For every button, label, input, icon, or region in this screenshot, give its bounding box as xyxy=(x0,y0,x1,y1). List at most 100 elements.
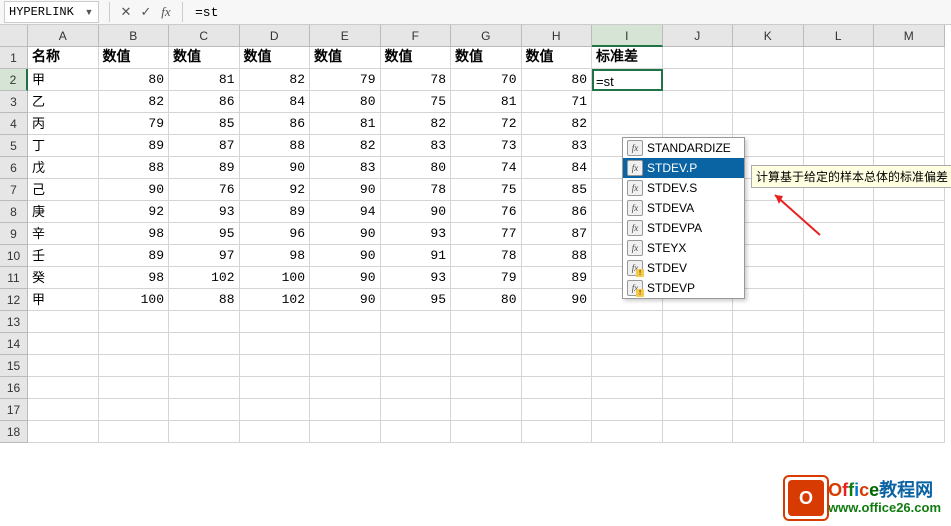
cell[interactable]: 86 xyxy=(240,113,311,135)
cell[interactable]: 数值 xyxy=(310,47,381,69)
cell[interactable]: 84 xyxy=(522,157,593,179)
cell[interactable] xyxy=(240,355,311,377)
cell[interactable] xyxy=(240,421,311,443)
cell[interactable] xyxy=(804,311,875,333)
cell[interactable]: 98 xyxy=(99,267,170,289)
cell[interactable]: 77 xyxy=(451,223,522,245)
cell[interactable]: 88 xyxy=(240,135,311,157)
cell[interactable]: 80 xyxy=(310,91,381,113)
cell[interactable]: 丙 xyxy=(28,113,99,135)
cell[interactable]: 89 xyxy=(240,201,311,223)
column-header[interactable]: H xyxy=(522,25,593,47)
cell[interactable]: 90 xyxy=(99,179,170,201)
row-header[interactable]: 6 xyxy=(0,157,28,179)
cell[interactable]: 数值 xyxy=(451,47,522,69)
cell[interactable] xyxy=(663,399,734,421)
cell[interactable]: 90 xyxy=(310,245,381,267)
cell[interactable] xyxy=(804,377,875,399)
cell[interactable] xyxy=(28,399,99,421)
cancel-formula-icon[interactable]: ✕ xyxy=(116,4,136,20)
cell[interactable]: 87 xyxy=(169,135,240,157)
cell[interactable]: 82 xyxy=(310,135,381,157)
cell[interactable]: 数值 xyxy=(522,47,593,69)
cell[interactable] xyxy=(592,399,663,421)
cell[interactable]: 辛 xyxy=(28,223,99,245)
cell[interactable] xyxy=(240,399,311,421)
cell[interactable] xyxy=(522,333,593,355)
cell[interactable]: 91 xyxy=(381,245,452,267)
cell[interactable]: 94 xyxy=(310,201,381,223)
cell[interactable]: 92 xyxy=(240,179,311,201)
row-header[interactable]: 7 xyxy=(0,179,28,201)
cell[interactable] xyxy=(804,333,875,355)
column-header[interactable]: D xyxy=(240,25,311,47)
cell[interactable] xyxy=(169,333,240,355)
fx-icon[interactable]: fx xyxy=(156,4,176,20)
cell[interactable] xyxy=(804,69,875,91)
cell[interactable] xyxy=(310,377,381,399)
cell[interactable] xyxy=(381,421,452,443)
chevron-down-icon[interactable]: ▼ xyxy=(84,7,94,17)
cell[interactable]: 80 xyxy=(522,69,593,91)
cell[interactable] xyxy=(522,355,593,377)
cell[interactable] xyxy=(804,289,875,311)
row-header[interactable]: 11 xyxy=(0,267,28,289)
cell[interactable] xyxy=(663,113,734,135)
cell[interactable] xyxy=(874,135,945,157)
column-header[interactable]: K xyxy=(733,25,804,47)
cell[interactable]: 70 xyxy=(451,69,522,91)
column-header[interactable]: E xyxy=(310,25,381,47)
cell[interactable] xyxy=(169,399,240,421)
cell[interactable]: 壬 xyxy=(28,245,99,267)
cell[interactable]: 89 xyxy=(99,135,170,157)
cell[interactable]: 丁 xyxy=(28,135,99,157)
cell[interactable] xyxy=(592,355,663,377)
cell[interactable] xyxy=(733,113,804,135)
cell[interactable] xyxy=(663,333,734,355)
row-header[interactable]: 15 xyxy=(0,355,28,377)
cell[interactable]: 76 xyxy=(169,179,240,201)
cell[interactable]: 癸 xyxy=(28,267,99,289)
cell[interactable] xyxy=(381,399,452,421)
cell[interactable] xyxy=(28,333,99,355)
cell[interactable]: 78 xyxy=(381,179,452,201)
cell[interactable] xyxy=(874,355,945,377)
cell[interactable] xyxy=(804,135,875,157)
confirm-formula-icon[interactable]: ✓ xyxy=(136,4,156,20)
column-header[interactable]: I xyxy=(592,25,663,47)
cell[interactable]: 75 xyxy=(381,91,452,113)
row-header[interactable]: 16 xyxy=(0,377,28,399)
cell[interactable] xyxy=(592,377,663,399)
cell[interactable]: 数值 xyxy=(169,47,240,69)
row-header[interactable]: 3 xyxy=(0,91,28,113)
row-header[interactable]: 2 xyxy=(0,69,28,91)
row-header[interactable]: 17 xyxy=(0,399,28,421)
cell[interactable]: 80 xyxy=(381,157,452,179)
cell[interactable] xyxy=(240,377,311,399)
cell[interactable] xyxy=(99,311,170,333)
cell[interactable] xyxy=(733,47,804,69)
cell[interactable]: 庚 xyxy=(28,201,99,223)
cell[interactable] xyxy=(592,421,663,443)
cell[interactable]: 78 xyxy=(381,69,452,91)
autocomplete-item[interactable]: fxSTDEV.P xyxy=(623,158,744,178)
cell[interactable]: 79 xyxy=(99,113,170,135)
cell[interactable]: 标准差 xyxy=(592,47,663,69)
cell[interactable] xyxy=(28,355,99,377)
cell[interactable]: 78 xyxy=(451,245,522,267)
cell[interactable] xyxy=(310,421,381,443)
cell[interactable]: 92 xyxy=(99,201,170,223)
row-header[interactable]: 10 xyxy=(0,245,28,267)
column-header[interactable]: A xyxy=(28,25,99,47)
cell[interactable] xyxy=(451,311,522,333)
cell[interactable] xyxy=(28,421,99,443)
cell[interactable] xyxy=(874,245,945,267)
cell[interactable] xyxy=(381,333,452,355)
cell[interactable]: 戊 xyxy=(28,157,99,179)
cell[interactable]: 乙 xyxy=(28,91,99,113)
cell[interactable]: 88 xyxy=(99,157,170,179)
cell[interactable]: 90 xyxy=(310,289,381,311)
cell[interactable] xyxy=(310,399,381,421)
cell[interactable]: 83 xyxy=(522,135,593,157)
cell[interactable]: 90 xyxy=(522,289,593,311)
